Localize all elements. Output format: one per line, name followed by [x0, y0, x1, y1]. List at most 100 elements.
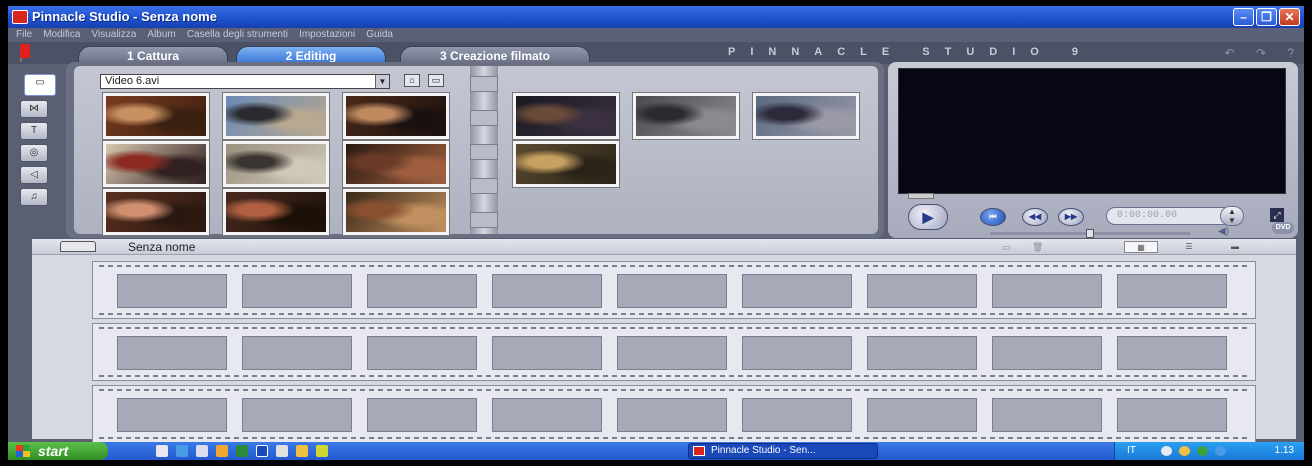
- redo-icon[interactable]: ↷: [1256, 46, 1266, 60]
- menu-impostazioni[interactable]: Impostazioni: [299, 28, 355, 42]
- quicklaunch-excel-icon[interactable]: [236, 445, 248, 457]
- menu-album[interactable]: Album: [147, 28, 175, 42]
- storyboard-slot[interactable]: [742, 398, 852, 432]
- start-button[interactable]: start: [8, 442, 108, 460]
- text-view-button[interactable]: ▬: [1218, 241, 1252, 253]
- scene-thumbnail[interactable]: [102, 188, 210, 236]
- timecode-field[interactable]: 0:00:00.00: [1106, 207, 1232, 225]
- quicklaunch-extra-icon[interactable]: [316, 445, 328, 457]
- storyboard-slot[interactable]: [992, 398, 1102, 432]
- undo-icon[interactable]: ↶: [1225, 46, 1235, 60]
- storyboard-slot[interactable]: [1117, 336, 1227, 370]
- movie-tab-icon[interactable]: [60, 241, 96, 252]
- timeline-view-button[interactable]: ☰: [1172, 241, 1206, 253]
- storyboard-slot[interactable]: [117, 336, 227, 370]
- pinnacle-brand: PINNACLE STUDIO 9: [728, 46, 1094, 58]
- edit-icon[interactable]: ▭: [1002, 242, 1011, 253]
- storyboard-slot[interactable]: [492, 336, 602, 370]
- storyboard-slot[interactable]: [617, 274, 727, 308]
- storyboard-slot[interactable]: [992, 274, 1102, 308]
- transitions-icon[interactable]: ⋈: [20, 100, 48, 118]
- scene-thumbnail[interactable]: [222, 188, 330, 236]
- storyboard-slot[interactable]: [1117, 274, 1227, 308]
- source-file-select[interactable]: Video 6.avi ▼: [100, 74, 390, 89]
- storyboard-slot[interactable]: [742, 274, 852, 308]
- album-ring: [470, 110, 498, 126]
- tray-back-icon[interactable]: [1161, 446, 1172, 456]
- quicklaunch-media-icon[interactable]: [196, 445, 208, 457]
- storyboard-slot[interactable]: [367, 398, 477, 432]
- storyboard-slot[interactable]: [242, 398, 352, 432]
- quicklaunch-tool-icon[interactable]: [276, 445, 288, 457]
- storyboard-slot[interactable]: [867, 336, 977, 370]
- scrubber-handle[interactable]: [908, 193, 934, 199]
- scene-thumbnail[interactable]: [222, 140, 330, 188]
- fast-forward-button[interactable]: ▶▶: [1058, 208, 1084, 226]
- volume-knob[interactable]: [1086, 229, 1094, 238]
- storyboard-slot[interactable]: [742, 336, 852, 370]
- storyboard-slot[interactable]: [242, 274, 352, 308]
- storyboard-slot[interactable]: [492, 398, 602, 432]
- scene-thumbnail[interactable]: [342, 92, 450, 140]
- timecode-spinner[interactable]: ▲ ▼: [1220, 206, 1244, 226]
- quicklaunch-word-icon[interactable]: [256, 445, 268, 457]
- menu-guida[interactable]: Guida: [366, 28, 393, 42]
- storyboard-slot[interactable]: [867, 274, 977, 308]
- still-images-icon[interactable]: ◎: [20, 144, 48, 162]
- go-to-start-button[interactable]: ⏮: [980, 208, 1006, 226]
- dvd-badge[interactable]: DVD: [1272, 222, 1294, 234]
- menu-modifica[interactable]: Modifica: [43, 28, 80, 42]
- storyboard-slot[interactable]: [492, 274, 602, 308]
- volume-slider[interactable]: [990, 229, 1190, 238]
- tray-messenger-icon[interactable]: [1215, 446, 1226, 456]
- chevron-down-icon[interactable]: ▼: [375, 75, 389, 88]
- tray-network-icon[interactable]: [1179, 446, 1190, 456]
- quicklaunch-app-icon[interactable]: [216, 445, 228, 457]
- storyboard-slot[interactable]: [367, 336, 477, 370]
- rewind-button[interactable]: ◀◀: [1022, 208, 1048, 226]
- scene-thumbnail[interactable]: [752, 92, 860, 140]
- taskbar-pinnacle-item[interactable]: Pinnacle Studio - Sen...: [688, 443, 878, 459]
- fullscreen-icon[interactable]: ⤢: [1270, 208, 1284, 222]
- menu-file[interactable]: File: [16, 28, 32, 42]
- trash-icon[interactable]: 🗑: [1032, 242, 1043, 253]
- help-icon[interactable]: ?: [1287, 46, 1294, 60]
- menu-visualizza[interactable]: Visualizza: [92, 28, 137, 42]
- restore-button[interactable]: ❐: [1256, 8, 1277, 26]
- scene-thumbnail[interactable]: [222, 92, 330, 140]
- storyboard-slot[interactable]: [617, 336, 727, 370]
- quicklaunch-folder-icon[interactable]: [296, 445, 308, 457]
- folder-icon[interactable]: ⌂: [404, 74, 420, 87]
- storyboard-slot[interactable]: [992, 336, 1102, 370]
- menu-casella-strumenti[interactable]: Casella degli strumenti: [187, 28, 288, 42]
- storyboard-view-button[interactable]: ▦: [1124, 241, 1158, 253]
- video-scenes-icon[interactable]: ▭: [24, 74, 56, 96]
- storyboard-slot[interactable]: [117, 274, 227, 308]
- storyboard-slot[interactable]: [867, 398, 977, 432]
- scene-thumbnail[interactable]: [512, 92, 620, 140]
- storyboard-slot[interactable]: [617, 398, 727, 432]
- scene-thumbnail[interactable]: [342, 188, 450, 236]
- music-icon[interactable]: ♫: [20, 188, 48, 206]
- quicklaunch-desktop-icon[interactable]: [156, 445, 168, 457]
- flag-icon[interactable]: [20, 44, 30, 58]
- scene-thumbnail[interactable]: [102, 92, 210, 140]
- pinnacle-app-icon[interactable]: [12, 10, 28, 24]
- tray-status-icon[interactable]: [1197, 446, 1208, 456]
- scene-thumbnail[interactable]: [342, 140, 450, 188]
- titles-icon[interactable]: T: [20, 122, 48, 140]
- page-icon[interactable]: ▭: [428, 74, 444, 87]
- scene-thumbnail[interactable]: [632, 92, 740, 140]
- storyboard-slot[interactable]: [242, 336, 352, 370]
- play-button[interactable]: ▶: [908, 204, 948, 230]
- storyboard-slot[interactable]: [117, 398, 227, 432]
- minimize-button[interactable]: –: [1233, 8, 1254, 26]
- storyboard-slot[interactable]: [367, 274, 477, 308]
- language-indicator[interactable]: IT: [1127, 442, 1136, 460]
- quicklaunch-ie-icon[interactable]: [176, 445, 188, 457]
- close-button[interactable]: ✕: [1279, 8, 1300, 26]
- sound-effects-icon[interactable]: ◁: [20, 166, 48, 184]
- scene-thumbnail[interactable]: [512, 140, 620, 188]
- scene-thumbnail[interactable]: [102, 140, 210, 188]
- storyboard-slot[interactable]: [1117, 398, 1227, 432]
